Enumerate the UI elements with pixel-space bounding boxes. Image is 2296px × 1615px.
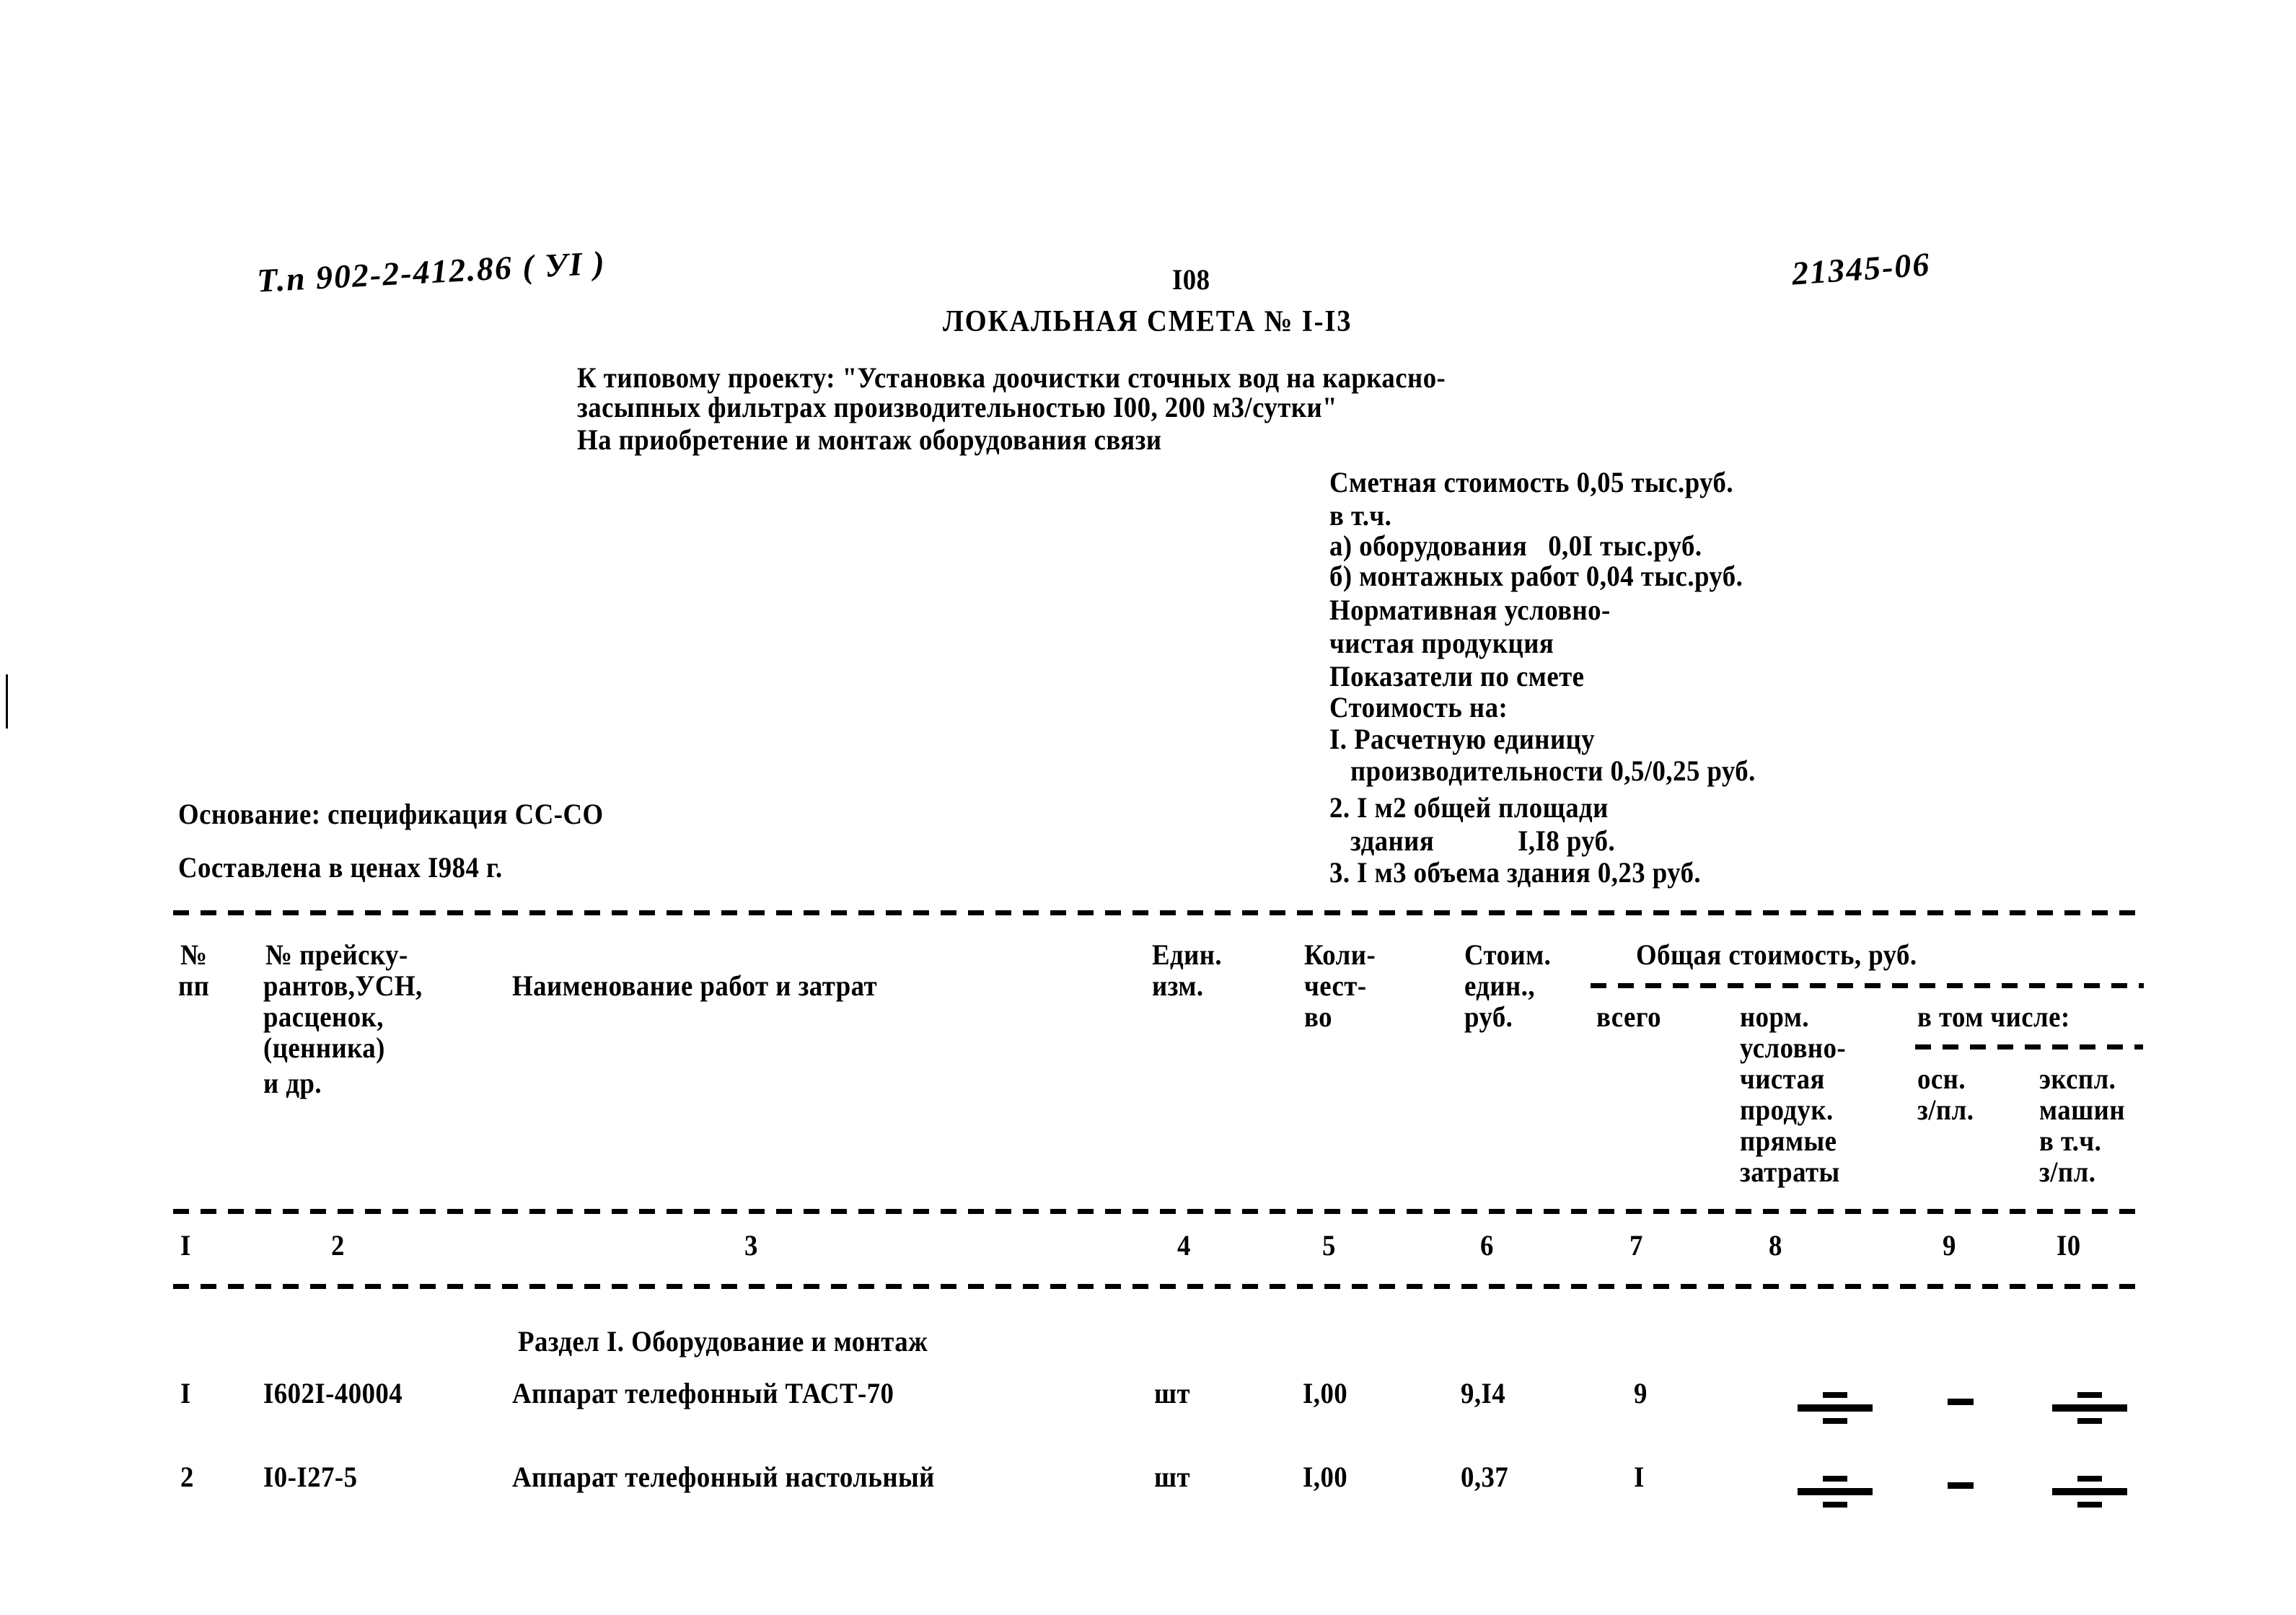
table-rule-colnum-bottom (173, 1284, 2142, 1289)
table-rule-header-bottom (173, 1209, 2142, 1214)
summary-line-2: а) оборудования 0,0I тыс.руб. (1329, 529, 1702, 562)
cell-norm-mark (1795, 1392, 1875, 1424)
intro-line-3: На приобретение и монтаж оборудования св… (577, 423, 1162, 456)
cell-qty: I,00 (1303, 1461, 1348, 1493)
left-margin-mark (6, 674, 8, 729)
header-group-rule (1591, 983, 2144, 988)
header-col2-line-2: расценок, (263, 1000, 384, 1033)
summary-line-10: 2. I м2 общей площади (1329, 791, 1609, 824)
header-col9-line-1: з/пл. (1917, 1093, 1974, 1126)
cell-mach-mark (2050, 1476, 2129, 1508)
table-rule-top (173, 910, 2142, 915)
header-col5-line-1: чест- (1304, 969, 1367, 1002)
cell-osn-mark (1948, 1399, 1974, 1405)
handwritten-project-code: Т.п 902-2-412.86 ( УI ) (255, 244, 607, 299)
header-col3-label: Наименование работ и затрат (512, 969, 878, 1002)
col-number-10: I0 (2057, 1229, 2081, 1262)
cell-code: I0-I27-5 (263, 1461, 358, 1493)
header-col8-line-1: условно- (1740, 1031, 1847, 1064)
header-col5-line-0: Коли- (1304, 938, 1376, 971)
handwritten-archive-number: 21345-06 (1790, 245, 1932, 292)
summary-line-0: Сметная стоимость 0,05 тыс.руб. (1329, 466, 1734, 498)
cell-unit: шт (1154, 1461, 1191, 1493)
header-col8-line-3: продук. (1740, 1093, 1834, 1126)
header-col8-line-5: затраты (1740, 1156, 1840, 1188)
summary-line-4: Нормативная условно- (1329, 594, 1611, 626)
header-col10-line-1: машин (2039, 1093, 2125, 1126)
cell-mach-mark (2050, 1392, 2129, 1424)
header-col6-line-1: един., (1464, 969, 1536, 1002)
section-title: Раздел I. Оборудование и монтаж (518, 1325, 928, 1357)
intro-line-2: засыпных фильтрах производительностью I0… (577, 391, 1338, 423)
col-number-6: 6 (1480, 1229, 1494, 1262)
header-group-total-cost: Общая стоимость, руб. (1636, 938, 1917, 971)
col-number-3: 3 (744, 1229, 758, 1262)
cell-osn-mark (1948, 1482, 1974, 1489)
cell-code: I602I-40004 (263, 1377, 403, 1409)
header-col6-line-2: руб. (1464, 1000, 1513, 1033)
header-in-which: в том числе: (1917, 1000, 2070, 1033)
cell-unit: шт (1154, 1377, 1191, 1409)
col-number-2: 2 (331, 1229, 345, 1262)
cell-unit-cost: 0,37 (1461, 1461, 1509, 1493)
header-col9-line-0: осн. (1917, 1062, 1966, 1095)
header-col7-line-0: всего (1596, 1000, 1661, 1033)
summary-line-7: Стоимость на: (1329, 691, 1508, 723)
header-col10-line-2: в т.ч. (2039, 1125, 2102, 1157)
header-col8-line-0: норм. (1740, 1000, 1810, 1033)
col-number-9: 9 (1943, 1229, 1956, 1262)
col-number-4: 4 (1177, 1229, 1191, 1262)
scanned-estimate-page: Т.п 902-2-412.86 ( УI ) 21345-06 I08 ЛОК… (0, 0, 2296, 1615)
cell-qty: I,00 (1303, 1377, 1348, 1409)
header-col4-line-1: изм. (1152, 969, 1204, 1002)
summary-line-3: б) монтажных работ 0,04 тыс.руб. (1329, 560, 1743, 592)
cell-total: I (1634, 1461, 1645, 1493)
summary-line-5: чистая продукция (1329, 627, 1554, 659)
basis-line-1: Основание: спецификация СС-СО (178, 798, 604, 830)
cell-unit-cost: 9,I4 (1461, 1377, 1506, 1409)
summary-line-11: здания I,I8 руб. (1329, 824, 1616, 857)
cell-num: I (180, 1377, 191, 1409)
header-col1-line-1: пп (178, 969, 210, 1002)
cell-total: 9 (1634, 1377, 1648, 1409)
cell-name: Аппарат телефонный настольный (512, 1461, 935, 1493)
cell-norm-mark (1795, 1476, 1875, 1508)
header-col2-line-1: рантов,УСН, (263, 969, 423, 1002)
col-number-7: 7 (1629, 1229, 1643, 1262)
col-number-8: 8 (1769, 1229, 1782, 1262)
header-col2-line-0: № прейску- (265, 938, 408, 971)
col-number-5: 5 (1322, 1229, 1336, 1262)
summary-line-6: Показатели по смете (1329, 660, 1585, 692)
col-number-1: I (180, 1229, 191, 1262)
page-title: ЛОКАЛЬНАЯ СМЕТА № I-I3 (943, 305, 1352, 338)
cell-name: Аппарат телефонный ТАСТ-70 (512, 1377, 894, 1409)
header-col2-line-4: и др. (263, 1067, 322, 1099)
header-col1-line-0: № (180, 938, 208, 971)
cell-num: 2 (180, 1461, 194, 1493)
summary-line-1: в т.ч. (1329, 499, 1392, 532)
header-col2-line-3: (ценника) (263, 1031, 385, 1064)
header-col4-line-0: Един. (1152, 938, 1223, 971)
header-col6-line-0: Стоим. (1464, 938, 1552, 971)
basis-line-2: Составлена в ценах I984 г. (178, 851, 503, 884)
summary-line-12: 3. I м3 объема здания 0,23 руб. (1329, 856, 1702, 889)
header-col8-line-4: прямые (1740, 1125, 1837, 1157)
header-col5-line-2: во (1304, 1000, 1332, 1033)
header-col8-line-2: чистая (1740, 1062, 1825, 1095)
summary-line-9: производительности 0,5/0,25 руб. (1329, 754, 1756, 787)
summary-line-8: I. Расчетную единицу (1329, 723, 1596, 755)
header-col10-line-0: экспл. (2039, 1062, 2116, 1095)
page-number: I08 (1172, 263, 1210, 296)
header-col10-line-3: з/пл. (2039, 1156, 2096, 1188)
header-in-which-rule (1915, 1044, 2143, 1049)
